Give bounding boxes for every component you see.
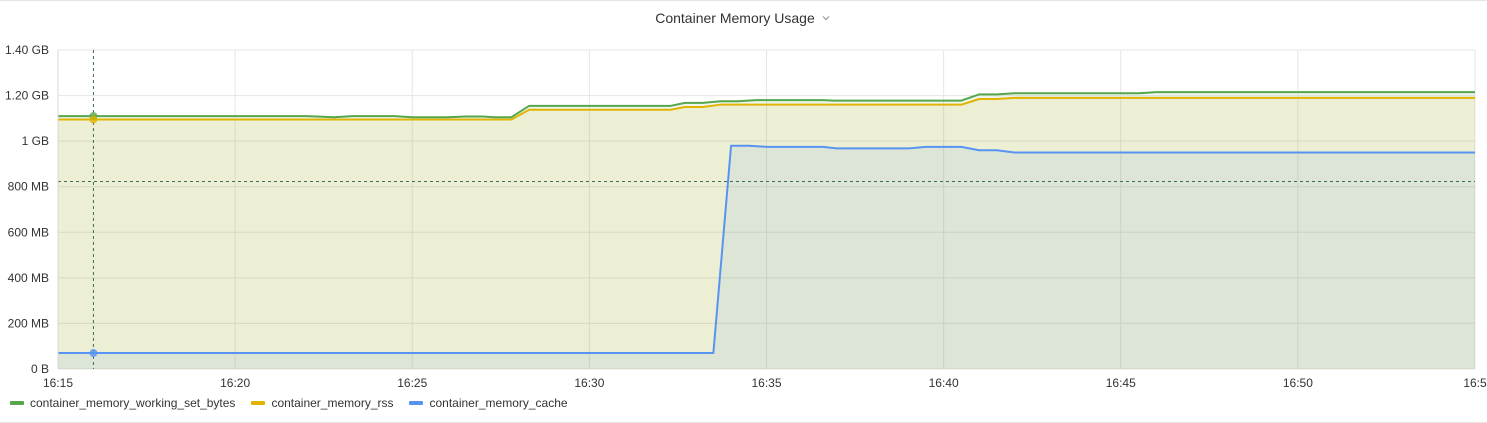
legend-swatch [251, 401, 266, 405]
legend-label: container_memory_cache [429, 396, 568, 410]
x-tick-label: 16:15 [43, 376, 73, 390]
y-tick-label: 1.40 GB [5, 43, 49, 57]
x-tick-label: 16:45 [1106, 376, 1136, 390]
crosshair-point-rss [89, 115, 98, 124]
legend: container_memory_working_set_bytes contai… [10, 396, 568, 410]
y-tick-label: 200 MB [8, 316, 49, 330]
y-tick-label: 600 MB [8, 225, 49, 239]
memory-chart: 0 B 200 MB 400 MB 600 MB 800 MB 1 GB 1.20 GB 1.… [5, 43, 1487, 390]
x-tick-label: 16:50 [1283, 376, 1313, 390]
y-tick-label: 0 B [31, 362, 49, 376]
x-tick-label: 16:30 [574, 376, 604, 390]
legend-swatch [409, 401, 424, 405]
x-tick-label: 16:5 [1463, 376, 1487, 390]
crosshair-point-cache [89, 349, 98, 358]
x-tick-label: 16:20 [220, 376, 250, 390]
y-tick-label: 1.20 GB [5, 89, 49, 103]
x-tick-label: 16:40 [929, 376, 959, 390]
legend-item[interactable]: container_memory_working_set_bytes [10, 396, 235, 410]
y-tick-label: 1 GB [22, 134, 49, 148]
chart-panel: Container Memory Usage 0 B 200 MB 400 MB 60… [0, 0, 1487, 423]
legend-item[interactable]: container_memory_rss [251, 396, 393, 410]
x-tick-label: 16:35 [751, 376, 781, 390]
y-tick-label: 800 MB [8, 180, 49, 194]
legend-label: container_memory_working_set_bytes [30, 396, 236, 410]
legend-item[interactable]: container_memory_cache [409, 396, 568, 410]
x-tick-label: 16:25 [397, 376, 427, 390]
legend-swatch [10, 401, 24, 405]
y-tick-label: 400 MB [8, 271, 49, 285]
legend-label: container_memory_rss [271, 396, 394, 410]
